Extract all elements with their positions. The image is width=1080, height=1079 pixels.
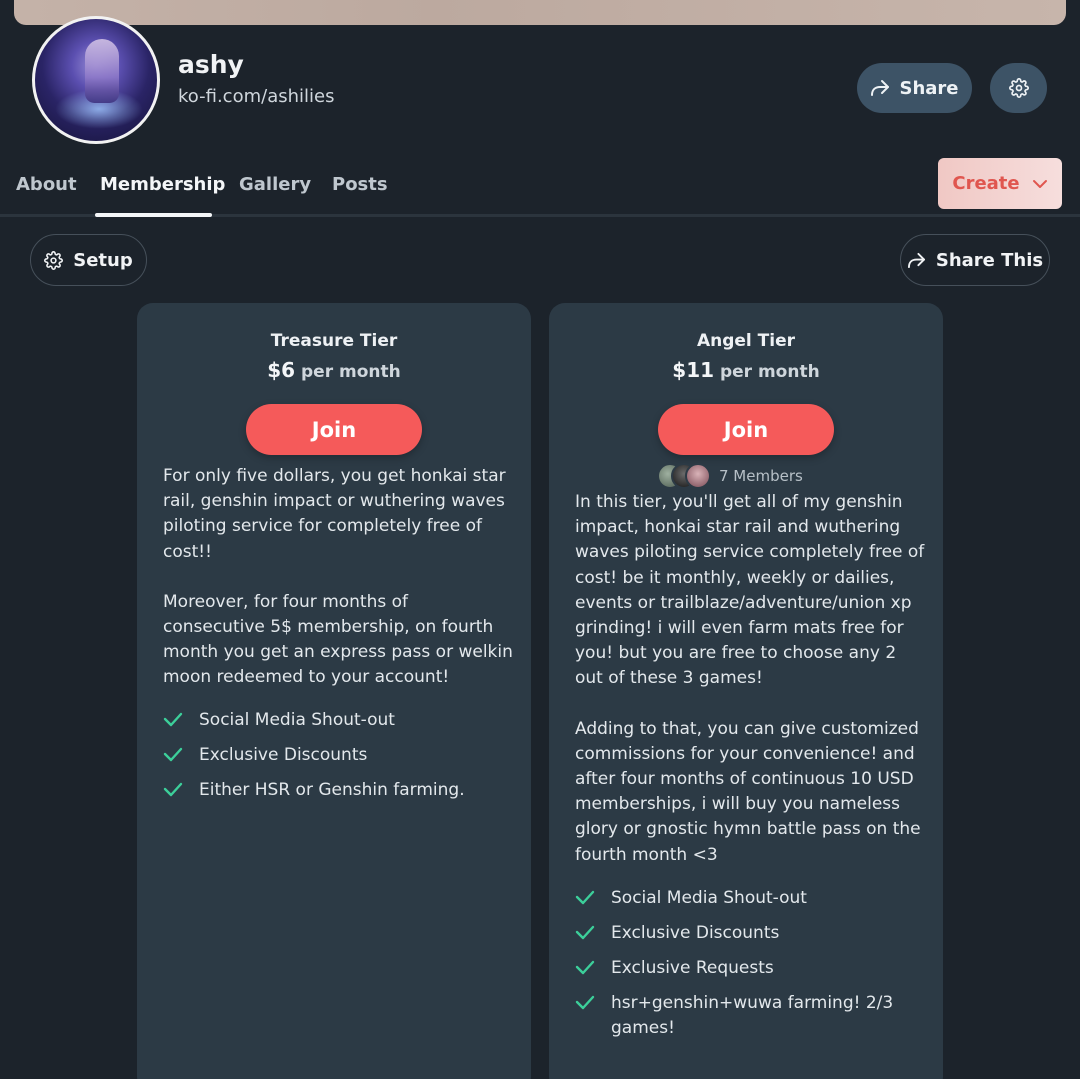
check-icon (575, 960, 595, 975)
perk-label: Exclusive Requests (611, 958, 774, 978)
tier-price: $11 per month (549, 358, 943, 382)
share-this-label: Share This (935, 249, 1044, 271)
tier-price-amount: $6 (267, 358, 296, 382)
member-avatar (685, 463, 711, 489)
tier-description-paragraph: In this tier, you'll get all of my gensh… (575, 492, 925, 689)
perk-item: Exclusive Discounts (163, 743, 513, 768)
tab-about[interactable]: About (16, 174, 77, 195)
join-button[interactable]: Join (246, 404, 422, 455)
perk-item: hsr+genshin+wuwa farming! 2/3 games! (575, 991, 925, 1041)
tier-description: For only five dollars, you get honkai st… (163, 464, 513, 691)
perk-item: Social Media Shout-out (575, 886, 925, 911)
tier-perks: Social Media Shout-out Exclusive Discoun… (163, 708, 513, 813)
check-icon (163, 747, 183, 762)
check-icon (575, 925, 595, 940)
profile-name: ashy (178, 50, 244, 79)
tier-price-period: per month (295, 362, 401, 382)
share-this-button[interactable]: Share This (900, 234, 1050, 286)
setup-button[interactable]: Setup (30, 234, 147, 286)
settings-button[interactable] (990, 63, 1047, 113)
tier-description-paragraph: Moreover, for four months of consecutive… (163, 591, 513, 688)
tier-description-paragraph: For only five dollars, you get honkai st… (163, 466, 506, 562)
check-icon (163, 782, 183, 797)
profile-url[interactable]: ko-fi.com/ashilies (178, 86, 334, 107)
chevron-down-icon (1032, 179, 1047, 188)
tier-price-period: per month (714, 362, 820, 382)
tier-perks: Social Media Shout-out Exclusive Discoun… (575, 886, 925, 1051)
avatar-figure (85, 39, 119, 103)
perk-label: Either HSR or Genshin farming. (199, 780, 465, 800)
tier-name: Treasure Tier (270, 331, 398, 351)
tab-membership[interactable]: Membership (100, 174, 225, 195)
join-button[interactable]: Join (658, 404, 834, 455)
tier-price-amount: $11 (672, 358, 715, 382)
cover-banner (14, 0, 1066, 25)
gear-icon (44, 250, 64, 270)
share-icon (871, 80, 890, 96)
perk-label: Exclusive Discounts (611, 923, 780, 943)
tab-gallery[interactable]: Gallery (239, 174, 311, 195)
gear-icon (1008, 78, 1029, 98)
perk-item: Exclusive Requests (575, 956, 925, 981)
tier-card-angel: Angel Tier $11 per month Join 7 Members … (549, 303, 943, 1079)
member-avatars (657, 463, 711, 489)
tier-price: $6 per month (137, 358, 531, 382)
active-tab-indicator (95, 213, 212, 217)
check-icon (575, 995, 595, 1010)
check-icon (163, 712, 183, 727)
check-icon (575, 890, 595, 905)
tier-description: In this tier, you'll get all of my gensh… (575, 490, 925, 868)
create-button[interactable]: Create (938, 158, 1062, 209)
share-icon (907, 252, 925, 268)
perk-label: hsr+genshin+wuwa farming! 2/3 games! (611, 993, 894, 1038)
create-label: Create (952, 173, 1020, 194)
perk-item: Either HSR or Genshin farming. (163, 778, 513, 803)
tier-description-paragraph: Adding to that, you can give customized … (575, 718, 921, 865)
perk-item: Social Media Shout-out (163, 708, 513, 733)
members-count: 7 Members (719, 467, 803, 485)
tier-name: Angel Tier (696, 331, 796, 351)
perk-label: Exclusive Discounts (199, 745, 368, 765)
perk-label: Social Media Shout-out (199, 710, 395, 730)
perk-label: Social Media Shout-out (611, 888, 807, 908)
perk-item: Exclusive Discounts (575, 921, 925, 946)
share-button[interactable]: Share (857, 63, 972, 113)
tab-posts[interactable]: Posts (332, 174, 388, 195)
members-indicator[interactable]: 7 Members (657, 463, 803, 489)
profile-avatar[interactable] (32, 16, 160, 144)
tier-card-treasure: Treasure Tier $6 per month Join For only… (137, 303, 531, 1079)
setup-label: Setup (73, 249, 133, 271)
share-label: Share (899, 77, 959, 99)
